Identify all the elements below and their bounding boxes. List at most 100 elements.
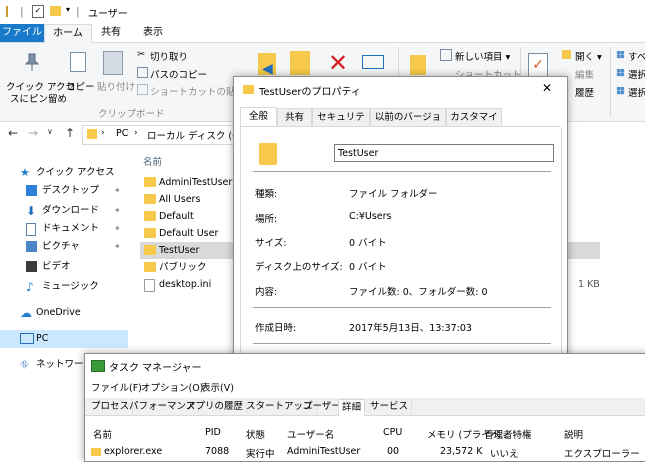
file-name: Default: [159, 211, 194, 222]
menu-view[interactable]: 表示(V): [201, 380, 234, 394]
tab-share[interactable]: 共有: [90, 24, 132, 42]
select-all-icon[interactable]: ▦: [616, 49, 625, 60]
copy-button[interactable]: コピー: [66, 79, 95, 93]
menu-file[interactable]: ファイル(F): [91, 380, 142, 394]
file-name: パブリック: [159, 262, 207, 273]
file-name: TestUser: [159, 245, 200, 256]
computer-icon: [20, 333, 34, 344]
picture-icon: [26, 241, 37, 252]
paste-shortcut-icon[interactable]: [137, 84, 148, 95]
nav-label: OneDrive: [36, 307, 81, 318]
nav-item-pictures[interactable]: ピクチャ ✦: [0, 238, 128, 256]
process-name: explorer.exe: [104, 446, 163, 457]
copy-to-icon[interactable]: [290, 51, 310, 75]
nav-item-documents[interactable]: ドキュメント ✦: [0, 220, 128, 238]
properties-icon[interactable]: ✓: [32, 5, 44, 18]
up-icon[interactable]: ↑: [65, 126, 75, 140]
created-label: 作成日時:: [255, 323, 297, 334]
invert-selection-button[interactable]: 選択: [628, 85, 645, 99]
edit-button[interactable]: 編集: [575, 67, 594, 81]
copy-icon[interactable]: [70, 52, 86, 72]
breadcrumb-pc[interactable]: PC: [116, 128, 128, 139]
ribbon-tabs: ファイル ホーム 共有 表示: [0, 24, 645, 43]
nav-item-desktop[interactable]: デスクトップ ✦: [0, 182, 128, 200]
tab-customize[interactable]: カスタマイズ: [446, 108, 502, 140]
recent-dropdown-icon[interactable]: ∨: [47, 127, 53, 136]
pin-icon[interactable]: [24, 53, 40, 71]
menu-options[interactable]: オプション(O): [141, 380, 203, 394]
select-none-button[interactable]: 選択: [628, 67, 645, 81]
open-label: 開く: [575, 52, 595, 63]
properties-icon[interactable]: ✓: [528, 53, 548, 77]
folder-icon: [144, 228, 156, 238]
delete-icon[interactable]: ✕: [328, 49, 348, 77]
open-icon[interactable]: [562, 50, 571, 59]
column-header-name[interactable]: 名前: [143, 154, 162, 168]
pin-icon: ✦: [114, 206, 121, 215]
copy-path-button[interactable]: パスのコピー: [150, 67, 207, 81]
video-icon: [26, 261, 37, 272]
nav-item-onedrive[interactable]: ☁ OneDrive: [0, 304, 128, 322]
column-name[interactable]: 名前: [93, 427, 112, 441]
tab-security[interactable]: セキュリティ: [312, 108, 370, 140]
back-icon[interactable]: ←: [8, 126, 18, 140]
select-all-button[interactable]: すべ: [628, 49, 645, 63]
new-folder-icon[interactable]: [410, 55, 426, 75]
clipboard-group-label: クリップボード: [98, 109, 165, 120]
location-label: 場所:: [255, 214, 278, 225]
forward-icon[interactable]: →: [28, 126, 38, 140]
nav-item-quick-access[interactable]: ★ クイック アクセス: [0, 164, 128, 182]
open-button[interactable]: 開く ▾: [575, 49, 602, 63]
close-icon[interactable]: ✕: [542, 81, 552, 95]
divider: [253, 343, 551, 344]
new-item-icon[interactable]: [440, 49, 452, 61]
cut-button[interactable]: 切り取り: [150, 49, 188, 63]
select-none-icon[interactable]: ▦: [616, 67, 625, 78]
rename-icon[interactable]: [362, 55, 384, 69]
folder-name-input[interactable]: TestUser: [334, 144, 554, 162]
column-elevated[interactable]: 管理者特権: [484, 427, 532, 441]
pin-icon: ✦: [114, 186, 121, 195]
paste-button[interactable]: 貼り付け: [97, 79, 135, 93]
tab-services[interactable]: サービス: [367, 399, 413, 415]
tab-general[interactable]: 全般: [240, 107, 277, 126]
nav-item-downloads[interactable]: ⬇ ダウンロード ✦: [0, 202, 128, 220]
table-row[interactable]: [85, 443, 645, 461]
column-cpu[interactable]: CPU: [383, 427, 402, 438]
tab-app-history[interactable]: アプリの履歴: [183, 399, 248, 415]
breadcrumb-drive[interactable]: ローカル ディスク (C:): [147, 128, 246, 142]
divider: [253, 307, 551, 308]
tab-view[interactable]: 表示: [132, 24, 174, 42]
copy-path-icon[interactable]: [137, 67, 148, 78]
invert-selection-icon[interactable]: ▦: [616, 85, 625, 96]
file-name: AdminiTestUser: [159, 177, 233, 188]
tab-details[interactable]: 詳細: [338, 399, 366, 416]
nav-item-videos[interactable]: ビデオ: [0, 258, 128, 276]
process-memory: 23,572 K: [440, 446, 483, 457]
history-button[interactable]: 履歴: [575, 85, 594, 99]
divider: |: [20, 5, 24, 18]
address-bar[interactable]: › PC › ローカル ディスク (C:): [82, 125, 246, 145]
column-pid[interactable]: PID: [205, 427, 221, 438]
folder-icon: [144, 194, 156, 204]
pin-quick-access-label-2[interactable]: スにピン留め: [10, 91, 67, 105]
new-item-button[interactable]: 新しい項目 ▾: [455, 49, 510, 63]
column-description[interactable]: 説明: [564, 427, 583, 441]
tab-previous-versions[interactable]: 以前のバージョン: [370, 108, 446, 140]
nav-item-music[interactable]: ♪ ミュージック: [0, 278, 128, 296]
explorer-icon: [91, 448, 101, 456]
nav-item-pc[interactable]: PC: [0, 330, 128, 348]
cut-icon[interactable]: ✂: [137, 49, 145, 60]
quick-access-dropdown-icon[interactable]: ▾: [66, 5, 70, 14]
network-icon: ⛗: [20, 358, 29, 371]
paste-icon[interactable]: [103, 51, 123, 75]
column-username[interactable]: ユーザー名: [287, 427, 334, 441]
tab-sharing[interactable]: 共有: [277, 108, 312, 126]
tab-file[interactable]: ファイル: [0, 24, 44, 42]
divider: [253, 171, 551, 172]
new-folder-icon[interactable]: [50, 6, 61, 16]
pin-icon: ✦: [114, 224, 121, 233]
process-username: AdminiTestUser: [287, 446, 361, 457]
column-status[interactable]: 状態: [246, 427, 265, 441]
tab-home[interactable]: ホーム: [44, 24, 92, 43]
